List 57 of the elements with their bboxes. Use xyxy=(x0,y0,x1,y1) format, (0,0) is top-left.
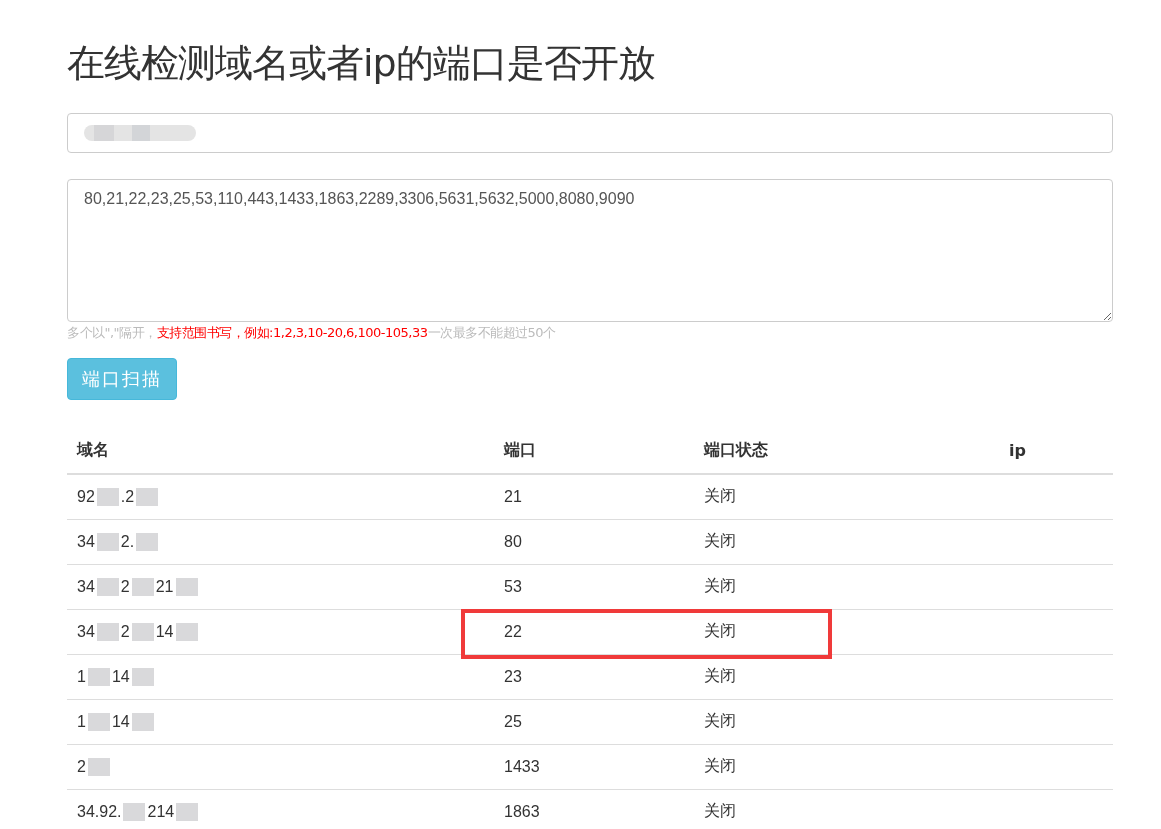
redaction-mask xyxy=(131,667,154,686)
domain-text: 21 xyxy=(155,577,174,596)
domain-text: 14 xyxy=(111,667,130,686)
domain-text: 2 xyxy=(120,577,130,596)
domain-text: 34 xyxy=(77,532,95,551)
redaction-mask xyxy=(175,577,198,596)
host-input-field[interactable] xyxy=(67,113,1113,153)
redaction-mask xyxy=(123,802,146,821)
redaction-mask xyxy=(176,802,199,821)
redaction-mask xyxy=(87,712,110,731)
port-text: 53 xyxy=(504,577,522,595)
domain-text: 2. xyxy=(120,532,135,551)
status-text: 关闭 xyxy=(694,519,999,564)
domain-text: 34 xyxy=(77,577,95,596)
redaction-mask xyxy=(131,622,154,641)
page-title: 在线检测域名或者ip的端口是否开放 xyxy=(67,40,656,87)
column-header: 端口状态 xyxy=(694,440,999,474)
redaction-mask xyxy=(87,757,110,776)
domain-text: 14 xyxy=(111,712,130,731)
domain-text: 14 xyxy=(155,622,174,641)
domain-text: 214 xyxy=(147,802,175,821)
redaction-mask xyxy=(131,712,154,731)
status-text: 关闭 xyxy=(694,654,999,699)
redaction-mask xyxy=(87,667,110,686)
domain-text: 34.92. xyxy=(77,802,122,821)
ports-textarea[interactable]: 80,21,22,23,25,53,110,443,1433,1863,2289,3306,5631,5632,5000,8080,9090 xyxy=(67,179,1113,322)
port-text: 25 xyxy=(504,712,522,730)
domain-text: 92 xyxy=(77,487,95,506)
column-header: 端口 xyxy=(494,440,694,474)
column-header: ip xyxy=(999,440,1113,474)
port-text: 1433 xyxy=(504,757,540,775)
domain-text: 1 xyxy=(77,667,86,686)
port-text: 23 xyxy=(504,667,522,685)
domain-text: 2 xyxy=(77,757,86,776)
redaction-mask xyxy=(136,532,159,551)
domain-text: 34 xyxy=(77,622,95,641)
port-text: 1863 xyxy=(504,802,540,820)
domain-text: .2 xyxy=(120,487,135,506)
port-text: 80 xyxy=(504,532,522,550)
status-text: 关闭 xyxy=(694,699,999,744)
domain-text: 2 xyxy=(120,622,130,641)
domain-text: 1 xyxy=(77,712,86,731)
redaction-mask xyxy=(96,577,119,596)
status-text: 关闭 xyxy=(694,609,999,654)
status-text: 关闭 xyxy=(694,744,999,789)
port-text: 22 xyxy=(504,622,522,640)
redaction-mask xyxy=(96,622,119,641)
redaction-mask xyxy=(96,487,119,506)
redaction-mask xyxy=(96,532,119,551)
status-text: 关闭 xyxy=(694,564,999,609)
redaction-mask xyxy=(131,577,154,596)
status-text: 关闭 xyxy=(694,474,999,519)
status-text: 关闭 xyxy=(694,789,999,829)
port-text: 21 xyxy=(504,487,522,505)
column-header: 域名 xyxy=(67,440,494,474)
redaction-mask xyxy=(136,487,159,506)
redaction-mask xyxy=(175,622,198,641)
